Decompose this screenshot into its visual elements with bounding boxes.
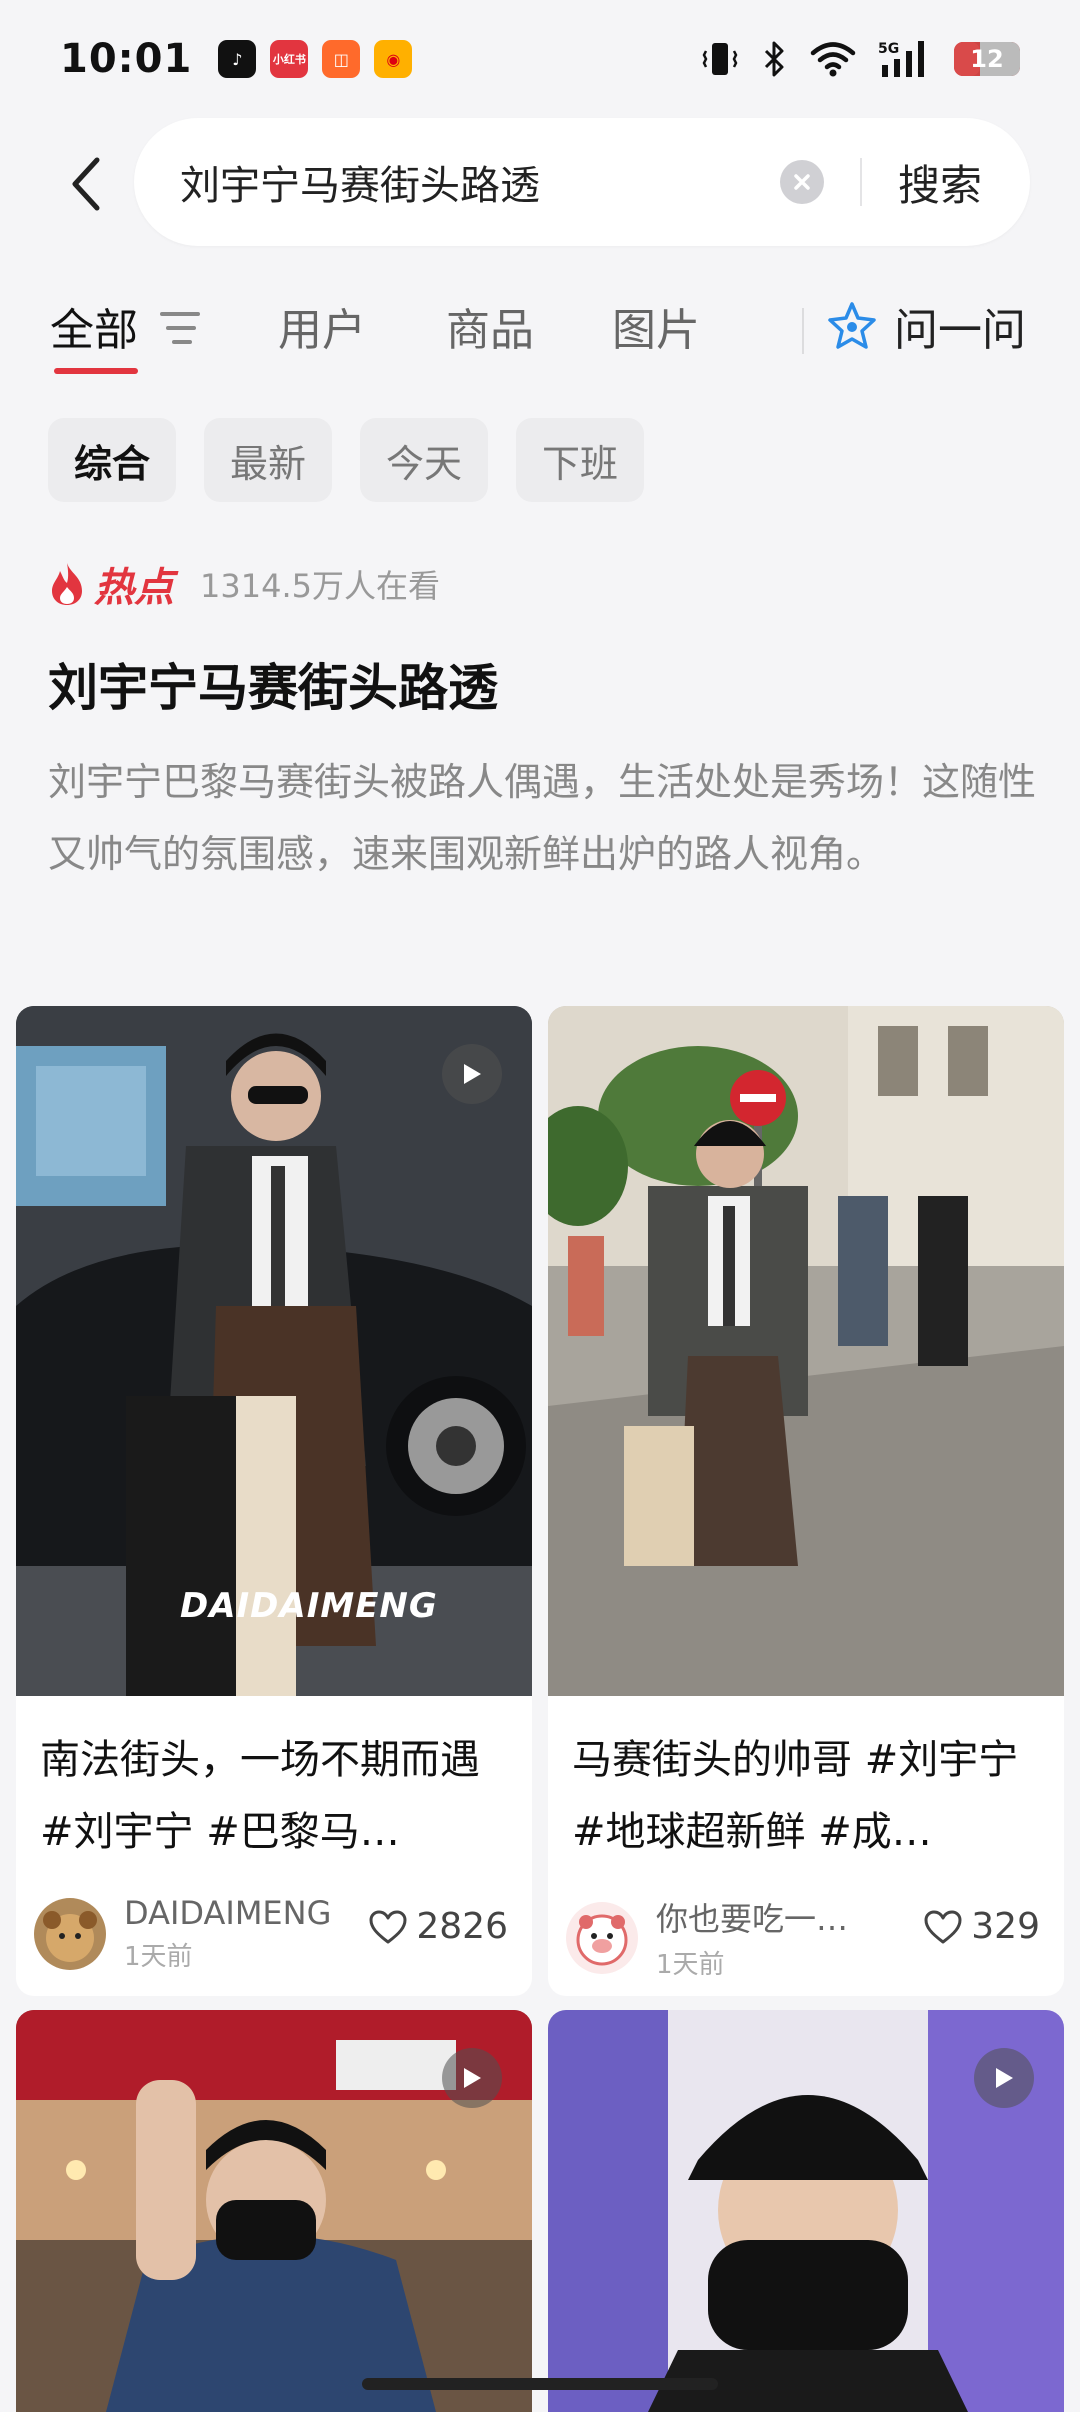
- search-box[interactable]: 刘宇宁马赛街头路透 搜索: [134, 118, 1030, 246]
- chip-off-work[interactable]: 下班: [516, 418, 645, 502]
- heart-icon: [924, 1910, 962, 1943]
- post-time: 1天前: [656, 1950, 725, 1980]
- weibo-icon: ◉: [374, 40, 413, 78]
- search-input[interactable]: 刘宇宁马赛街头路透: [180, 153, 780, 211]
- ask-label: 问一问: [894, 305, 1026, 356]
- note-title: 马赛街头的帅哥 #刘宇宁 #地球超新鲜 #成…: [572, 1737, 1019, 1855]
- back-button[interactable]: [36, 134, 136, 234]
- note-cover-image: [548, 1006, 1064, 1696]
- chip-today[interactable]: 今天: [360, 418, 489, 502]
- note-title: 南法街头，一场不期而遇 #刘宇宁 #巴黎马…: [40, 1737, 480, 1855]
- author-name: 你也要吃一…: [656, 1900, 849, 1938]
- cellular-signal-icon: 5G: [878, 41, 924, 77]
- chip-latest[interactable]: 最新: [204, 418, 333, 502]
- avatar[interactable]: [566, 1901, 638, 1974]
- search-button[interactable]: 搜索: [898, 152, 982, 213]
- clock: 10:01: [60, 36, 193, 82]
- hot-description: 刘宇宁巴黎马赛街头被路人偶遇，生活处处是秀场！这随性又帅气的氛围感，速来围观新鲜…: [48, 760, 1037, 876]
- result-tabs: 全部 用户 商品 图片 问一问: [0, 280, 1080, 380]
- wifi-icon: [810, 42, 856, 77]
- xiaohongshu-icon: 小红书: [270, 40, 309, 78]
- home-indicator[interactable]: [362, 2378, 718, 2390]
- notification-app-icons: ♪ 小红书 ◫ ◉: [218, 40, 413, 78]
- filter-icon[interactable]: [160, 310, 200, 346]
- like-count: 329: [971, 1906, 1040, 1947]
- note-card[interactable]: [548, 2010, 1064, 2412]
- svg-text:5G: 5G: [878, 41, 899, 57]
- active-tab-indicator: [54, 368, 138, 374]
- divider: [802, 308, 804, 354]
- avatar[interactable]: [34, 1897, 106, 1970]
- app-icon: ◫: [322, 40, 361, 78]
- note-author[interactable]: DAIDAIMENG 1天前: [34, 1894, 331, 1973]
- sparkle-star-icon: [828, 302, 876, 349]
- note-author[interactable]: 你也要吃一… 1天前: [566, 1894, 848, 1981]
- tiktok-icon: ♪: [218, 40, 257, 78]
- battery-indicator: 12: [954, 42, 1020, 76]
- divider: [859, 158, 862, 206]
- battery-level: 12: [970, 45, 1004, 73]
- hot-topic-section[interactable]: 热点 1314.5万人在看 刘宇宁马赛街头路透 刘宇宁巴黎马赛街头被路人偶遇，生…: [48, 556, 1038, 890]
- flame-icon: [52, 563, 82, 605]
- video-play-icon: [442, 1044, 502, 1104]
- clear-search-button[interactable]: [779, 160, 824, 204]
- close-icon: [794, 174, 810, 190]
- tab-products[interactable]: 商品: [446, 294, 534, 358]
- status-bar: 10:01 ♪ 小红书 ◫ ◉ 5G 12: [0, 0, 1080, 118]
- hot-label: 热点: [94, 565, 174, 611]
- viewer-count: 1314.5万人在看: [200, 567, 440, 605]
- post-time: 1天前: [124, 1942, 193, 1972]
- like-button[interactable]: 329: [923, 1906, 1040, 1947]
- chevron-left-icon: [72, 157, 100, 211]
- video-play-icon: [442, 2048, 502, 2108]
- sort-chips: 综合 最新 今天 下班: [48, 418, 645, 502]
- ask-button[interactable]: 问一问: [826, 294, 1026, 358]
- tab-images[interactable]: 图片: [612, 294, 700, 358]
- note-card[interactable]: DAIDAIMENG 南法街头，一场不期而遇 #刘宇宁 #巴黎马… DAIDAI…: [16, 1006, 532, 1996]
- vibrate-icon: [702, 43, 738, 75]
- search-header: 刘宇宁马赛街头路透 搜索: [0, 118, 1080, 250]
- note-card[interactable]: 马赛街头的帅哥 #刘宇宁 #地球超新鲜 #成… 你也要吃一… 1天前 329: [548, 1006, 1064, 1996]
- heart-icon: [369, 1910, 407, 1943]
- like-button[interactable]: 2826: [368, 1906, 508, 1947]
- author-name: DAIDAIMENG: [124, 1894, 332, 1932]
- tab-users[interactable]: 用户: [278, 294, 366, 358]
- tab-all[interactable]: 全部: [50, 294, 138, 358]
- chip-comprehensive[interactable]: 综合: [48, 418, 177, 502]
- hot-title: 刘宇宁马赛街头路透: [48, 659, 498, 717]
- note-card[interactable]: [16, 2010, 532, 2412]
- video-play-icon: [974, 2048, 1034, 2108]
- like-count: 2826: [416, 1906, 508, 1947]
- image-watermark: DAIDAIMENG: [180, 1586, 438, 1626]
- bluetooth-icon: [764, 41, 784, 77]
